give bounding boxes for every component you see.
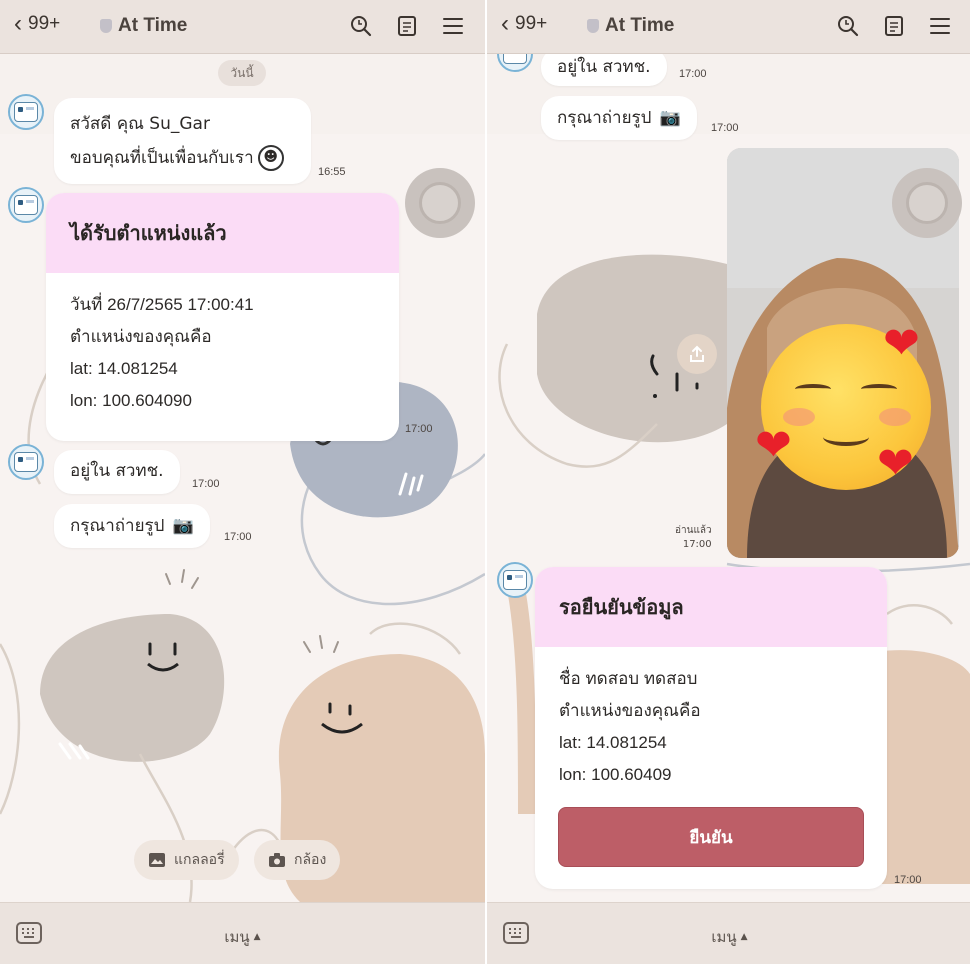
menu-toggle[interactable]: เมนู ▲	[224, 925, 260, 949]
heart-icon: ❤	[877, 438, 914, 489]
chat-title-text: At Time	[605, 15, 675, 36]
location-card-title: ได้รับตำแหน่งแล้ว	[46, 193, 399, 273]
back-button[interactable]: ‹ 99+	[501, 12, 547, 36]
bottom-bar: เมนู ▲	[487, 902, 970, 964]
confirm-button[interactable]: ยืนยัน	[558, 807, 864, 867]
triangle-up-icon: ▲	[740, 932, 748, 942]
verify-card-name: ชื่อ ทดสอบ ทดสอบ	[559, 669, 698, 688]
gallery-quick-reply[interactable]: แกลลอรี่	[134, 840, 239, 880]
chevron-left-icon: ‹	[501, 10, 509, 37]
unread-count: 99+	[515, 13, 548, 34]
message-time: 17:00	[224, 531, 252, 543]
verify-card: รอยืนยันข้อมูล ชื่อ ทดสอบ ทดสอบ ตำแหน่งข…	[535, 567, 887, 889]
photo-request-message: กรุณาถ่ายรูป 📷	[54, 504, 210, 548]
greeting-line-2: ขอบคุณที่เป็นเพื่อนกับเรา	[70, 148, 254, 168]
avatar[interactable]	[8, 187, 44, 223]
message-time: 17:00	[894, 874, 922, 886]
chevron-left-icon: ‹	[14, 10, 22, 37]
message-time: 16:55	[318, 166, 346, 178]
verify-card-label: ตำแหน่งของคุณคือ	[559, 701, 701, 720]
avatar[interactable]	[8, 444, 44, 480]
bottom-bar: เมนู ▲	[0, 902, 485, 964]
message-time: 17:00	[711, 122, 739, 134]
unread-count: 99+	[28, 13, 61, 34]
image-icon	[149, 853, 165, 867]
scroll-button[interactable]	[405, 168, 475, 238]
hamburger-menu-icon[interactable]	[928, 14, 952, 38]
photo-request-text: กรุณาถ่ายรูป	[557, 108, 652, 128]
greeting-bubble: สวัสดี คุณ Su_Gar ขอบคุณที่เป็นเพื่อนกับ…	[54, 98, 311, 184]
chat-title[interactable]: At Time	[587, 15, 674, 37]
chat-header: ‹ 99+ At Time	[487, 0, 970, 54]
triangle-up-icon: ▲	[253, 932, 261, 942]
verify-card-lon: lon: 100.60409	[559, 765, 672, 784]
hamburger-menu-icon[interactable]	[441, 14, 465, 38]
camera-emoji-icon: 📷	[172, 516, 194, 536]
chat-panel-right: ‹ 99+ At Time อยู่ใน สวทช. 17:00 กรุณาถ่…	[487, 0, 970, 964]
keyboard-icon[interactable]	[16, 922, 42, 948]
verify-card-lat: lat: 14.081254	[559, 733, 667, 752]
location-card-date: วันที่ 26/7/2565 17:00:41	[70, 295, 254, 314]
photo-request-message: กรุณาถ่ายรูป 📷	[541, 96, 697, 140]
camera-emoji-icon: 📷	[659, 108, 681, 128]
read-status: อ่านแล้ว	[675, 525, 712, 536]
header-actions	[349, 14, 465, 38]
camera-quick-reply[interactable]: กล้อง	[254, 840, 341, 880]
shield-icon	[587, 19, 599, 33]
menu-label: เมนู	[224, 928, 250, 946]
avatar[interactable]	[497, 562, 533, 598]
search-icon[interactable]	[349, 14, 373, 38]
search-icon[interactable]	[836, 14, 860, 38]
heart-icon: ❤	[755, 420, 792, 471]
chat-title[interactable]: At Time	[100, 15, 187, 37]
message-time: 17:00	[192, 478, 220, 490]
message-time: 17:00	[679, 68, 707, 80]
keyboard-icon[interactable]	[503, 922, 529, 948]
sticker-face-icon: ☻	[257, 145, 284, 171]
location-card: ได้รับตำแหน่งแล้ว วันที่ 26/7/2565 17:00…	[46, 193, 399, 441]
location-card-lon: lon: 100.604090	[70, 391, 192, 410]
read-receipt: อ่านแล้ว 17:00	[675, 524, 712, 552]
share-button[interactable]	[677, 334, 717, 374]
notes-icon[interactable]	[395, 14, 419, 38]
menu-toggle[interactable]: เมนู ▲	[711, 925, 747, 949]
location-card-label: ตำแหน่งของคุณคือ	[70, 327, 212, 346]
location-card-lat: lat: 14.081254	[70, 359, 178, 378]
heart-icon: ❤	[883, 318, 920, 369]
camera-label: กล้อง	[294, 852, 327, 868]
chat-panel-left: ‹ 99+ At Time วันนี้ สวัสดี คุณ Su_Gar ข…	[0, 0, 485, 964]
camera-icon	[269, 853, 285, 867]
date-chip: วันนี้	[218, 60, 266, 86]
chat-title-text: At Time	[118, 15, 188, 36]
notes-icon[interactable]	[882, 14, 906, 38]
gallery-label: แกลลอรี่	[174, 852, 225, 868]
avatar[interactable]	[8, 94, 44, 130]
location-message: อยู่ใน สวทช.	[54, 450, 180, 494]
photo-request-text: กรุณาถ่ายรูป	[70, 516, 165, 536]
verify-card-title: รอยืนยันข้อมูล	[535, 567, 887, 647]
header-actions	[836, 14, 952, 38]
greeting-line-1: สวัสดี คุณ Su_Gar	[70, 114, 210, 134]
back-button[interactable]: ‹ 99+	[14, 12, 60, 36]
menu-label: เมนู	[711, 928, 737, 946]
message-time: 17:00	[405, 423, 433, 435]
share-icon	[690, 345, 704, 362]
shield-icon	[100, 19, 112, 33]
message-time: 17:00	[682, 539, 712, 550]
chat-header: ‹ 99+ At Time	[0, 0, 485, 54]
scroll-button[interactable]	[892, 168, 962, 238]
